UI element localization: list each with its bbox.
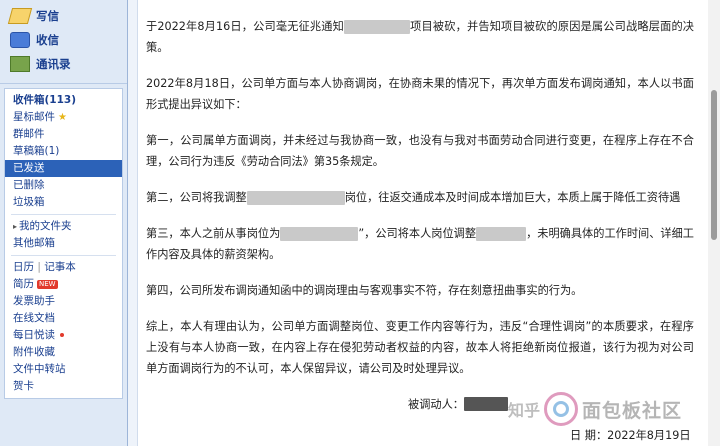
paragraph-1: 于2022年8月16日，公司毫无征兆通知 项目被砍，并告知项目被砍的原因是属公司战… xyxy=(146,16,694,58)
folder-panel: 收件箱(113) 星标邮件 ★ 群邮件 草稿箱(1) 已发送 已删除 垃圾箱 ▸ 我… xyxy=(4,88,123,399)
date-prefix: 日 xyxy=(570,429,582,442)
sidebar-resize-gutter[interactable] xyxy=(128,0,138,446)
tool-attachment-favorites[interactable]: 附件收藏 xyxy=(5,344,122,361)
tool-file-transfer[interactable]: 文件中转站 xyxy=(5,361,122,378)
daily-reading-label: 每日悦读 xyxy=(13,329,55,341)
star-icon: ★ xyxy=(58,112,67,123)
compose-label: 写信 xyxy=(36,9,59,23)
contacts-button[interactable]: 通讯录 xyxy=(6,52,127,76)
paragraph-5: 第三，本人之前从事岗位为 ”，公司将本人岗位调整 ，未明确具体的工作时间、详细工作内… xyxy=(146,223,694,265)
contacts-label: 通讯录 xyxy=(36,57,71,71)
calendar-notebook-row: 日历 | 记事本 xyxy=(5,259,122,276)
p4-text-b: 岗位，往返交通成本及时间成本增加巨大，本质上属于降低工资待遇 xyxy=(344,191,681,204)
sidebar-top-nav: 写信 收信 通讯录 xyxy=(0,0,127,84)
calendar-link[interactable]: 日历 xyxy=(13,261,34,273)
my-folders-label: 我的文件夹 xyxy=(19,220,72,232)
folder-inbox[interactable]: 收件箱(113) xyxy=(5,92,122,109)
new-badge: NEW xyxy=(37,279,58,289)
paragraph-3: 第一，公司属单方面调岗，并未经过与我协商一致，也没有与我对书面劳动合同进行变更，… xyxy=(146,134,694,168)
p5-text-b: ”，公司将本人岗位调整 xyxy=(358,227,477,240)
folder-spam[interactable]: 垃圾箱 xyxy=(5,194,122,211)
mianbaoban-logo-icon xyxy=(544,392,579,426)
p4-text-a: 第二，公司将我调整 xyxy=(146,191,247,204)
folder-sent[interactable]: 已发送 xyxy=(5,160,122,177)
folder-starred[interactable]: 星标邮件 ★ xyxy=(5,109,122,126)
tool-greeting-cards[interactable]: 贺卡 xyxy=(5,378,122,395)
notebook-link[interactable]: 记事本 xyxy=(44,261,76,273)
scrollbar-thumb[interactable] xyxy=(711,90,717,240)
tool-invoice-helper[interactable]: 发票助手 xyxy=(5,293,122,310)
expand-icon[interactable]: ▸ xyxy=(13,222,17,231)
folder-group[interactable]: 群邮件 xyxy=(5,126,122,143)
paragraph-6: 第四，公司所发布调岗通知函中的调岗理由与客观事实不符，存在刻意扭曲事实的行为。 xyxy=(146,284,583,297)
zhihu-watermark-text: 知乎 xyxy=(508,401,541,420)
redacted-block xyxy=(280,227,359,241)
tool-online-docs[interactable]: 在线文档 xyxy=(5,310,122,327)
redacted-block xyxy=(344,20,411,34)
folder-starred-label: 星标邮件 xyxy=(13,111,55,123)
folder-my-folders[interactable]: ▸ 我的文件夹 xyxy=(5,218,122,235)
paragraph-4: 第二，公司将我调整 岗位，往返交通成本及时间成本增加巨大，本质上属于降低工资待遇 xyxy=(146,187,694,208)
redacted-block xyxy=(246,191,345,205)
unread-dot-icon xyxy=(60,333,64,337)
divider xyxy=(11,255,116,256)
separator-bar: | xyxy=(37,261,41,273)
mail-sidebar: 写信 收信 通讯录 收件箱(113) 星标邮件 ★ 群邮件 草稿箱(1) 已发送 … xyxy=(0,0,128,446)
signature-line: 被调动人： xyxy=(408,396,508,412)
date-text: 期：2022年8月19日 xyxy=(584,429,691,442)
tool-daily-reading[interactable]: 每日悦读 xyxy=(5,327,122,344)
watermark-site-name: 面包板社区 xyxy=(582,399,683,422)
resume-link[interactable]: 简历 NEW xyxy=(5,276,122,293)
compose-button[interactable]: 写信 xyxy=(6,4,127,28)
p5-text-a: 第三，本人之前从事岗位为 xyxy=(146,227,281,240)
folder-deleted[interactable]: 已删除 xyxy=(5,177,122,194)
vertical-scrollbar[interactable] xyxy=(708,0,720,446)
pencil-icon xyxy=(7,8,33,24)
resume-label: 简历 xyxy=(13,278,34,290)
address-book-icon xyxy=(10,56,30,72)
receive-label: 收信 xyxy=(36,33,59,47)
paragraph-7: 综上，本人有理由认为，公司单方面调整岗位、变更工作内容等行为，违反“合理性调岗”… xyxy=(146,320,694,375)
folder-drafts[interactable]: 草稿箱(1) xyxy=(5,143,122,160)
folder-other-mailboxes[interactable]: 其他邮箱 xyxy=(5,235,122,252)
redacted-block xyxy=(476,227,527,241)
watermark: 知乎 面包板社区 xyxy=(508,392,682,426)
inbox-receive-button[interactable]: 收信 xyxy=(6,28,127,52)
divider xyxy=(11,214,116,215)
mail-body: 于2022年8月16日，公司毫无征兆通知 项目被砍，并告知项目被砍的原因是属公司战… xyxy=(146,0,694,446)
paragraph-2: 2022年8月18日，公司单方面与本人协商调岗，在协商未果的情况下，再次单方面发… xyxy=(146,77,694,111)
redacted-signature xyxy=(463,397,508,411)
envelope-icon xyxy=(10,32,30,48)
signature-label: 被调动人： xyxy=(408,398,464,411)
p1-text-a: 于2022年8月16日，公司毫无征兆通知 xyxy=(146,20,345,33)
date-line: 日 期：2022年8月19日 xyxy=(570,427,691,443)
